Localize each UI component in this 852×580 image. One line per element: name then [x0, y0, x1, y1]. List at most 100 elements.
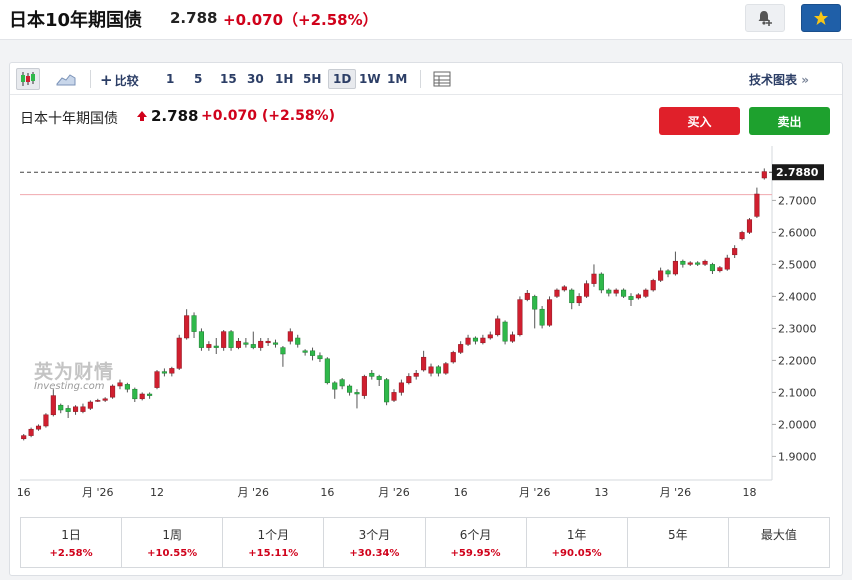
performance-label: 1周 — [162, 528, 182, 542]
y-tick-label: 2.1000 — [778, 386, 817, 399]
candle-body — [524, 292, 530, 300]
candle-body — [347, 385, 353, 393]
y-tick-label: 2.7000 — [778, 194, 817, 207]
candlestick-chart[interactable]: 1.9000 2.0000 2.1000 2.2000 2.3000 2.4000 2.50… — [10, 146, 842, 501]
candle-body — [391, 392, 397, 401]
performance-period-6[interactable]: 5年 — [628, 518, 729, 567]
candle-body — [458, 344, 464, 353]
candle-body — [487, 334, 493, 339]
x-tick-label: 月 '26 — [660, 486, 692, 499]
candle-body — [532, 296, 538, 310]
candlestick-button[interactable] — [16, 68, 40, 90]
candle-body — [206, 344, 212, 348]
y-tick-label: 2.4000 — [778, 290, 817, 303]
period-15[interactable]: 15 — [216, 69, 241, 89]
period-1[interactable]: 1 — [162, 69, 178, 89]
x-tick-label: 12 — [150, 486, 164, 499]
instrument-change: +0.070 (+2.58%) — [201, 108, 335, 124]
watchlist-button[interactable] — [801, 4, 841, 32]
candle-body — [87, 401, 93, 409]
performance-period-7[interactable]: 最大值 — [729, 518, 829, 567]
period-1m[interactable]: 1M — [383, 69, 411, 89]
candle-body — [139, 393, 145, 400]
candle-body — [761, 171, 767, 179]
candle-body — [317, 355, 323, 360]
performance-period-5[interactable]: 1年 +90.05% — [527, 518, 628, 567]
candle-body — [754, 193, 760, 217]
buy-button[interactable]: 买入 — [659, 107, 740, 135]
candle-body — [235, 340, 242, 348]
x-tick-label: 16 — [454, 486, 468, 499]
candle-body — [724, 257, 730, 270]
candle-body — [435, 366, 441, 374]
candle-body — [413, 372, 419, 377]
candle-body — [250, 344, 256, 348]
candle-body — [650, 280, 656, 291]
candle-body — [672, 260, 678, 275]
candle-body — [502, 321, 508, 342]
table-icon — [433, 71, 451, 87]
performance-period-1[interactable]: 1周 +10.55% — [122, 518, 224, 567]
performance-value: +30.34% — [349, 548, 400, 559]
candle-body — [406, 376, 412, 384]
performance-period-3[interactable]: 3个月 +30.34% — [324, 518, 426, 567]
area-chart-button[interactable] — [54, 68, 78, 90]
period-30[interactable]: 30 — [243, 69, 268, 89]
candle-body — [628, 296, 634, 300]
period-1d[interactable]: 1D — [328, 69, 357, 89]
compare-button[interactable]: + 比较 — [100, 71, 139, 89]
table-view-button[interactable] — [430, 68, 454, 90]
candlestick-icon — [21, 72, 35, 86]
candle-body — [428, 366, 434, 374]
chart-card: + 比较 1 5 15 30 1H 5H 1D 1W 1M 技术图表 » 日本十年… — [9, 62, 843, 576]
performance-label: 1年 — [566, 528, 587, 542]
x-tick-label: 月 '26 — [82, 486, 114, 499]
performance-value: +2.58% — [49, 548, 93, 559]
candle-body — [258, 340, 264, 348]
last-price-label: 2.7880 — [776, 166, 819, 179]
performance-period-4[interactable]: 6个月 +59.95% — [426, 518, 527, 567]
candle-body — [591, 273, 597, 284]
candle-body — [272, 342, 279, 345]
add-alert-button[interactable] — [745, 4, 785, 32]
double-chevron-right-icon: » — [801, 73, 809, 87]
candle-body — [398, 382, 404, 393]
performance-period-2[interactable]: 1个月 +15.11% — [223, 518, 325, 567]
candle-body — [739, 232, 745, 240]
y-tick-label: 2.6000 — [778, 226, 817, 239]
instrument-name: 日本十年期国债 — [20, 111, 118, 127]
period-5h[interactable]: 5H — [299, 69, 325, 89]
candle-body — [576, 296, 582, 304]
candle-body — [569, 289, 575, 304]
candle-body — [243, 342, 249, 345]
performance-period-0[interactable]: 1日 +2.58% — [21, 518, 123, 567]
candle-body — [643, 289, 649, 297]
candle-body — [80, 406, 86, 412]
performance-label: 1日 — [61, 528, 81, 542]
investing-watermark: 英为财情 Investing.com — [34, 361, 115, 392]
candle-body — [295, 337, 301, 345]
candle-body — [658, 270, 664, 281]
y-tick-label: 2.5000 — [778, 258, 817, 271]
candle-body — [65, 408, 71, 412]
technical-chart-link[interactable]: 技术图表 » — [749, 71, 809, 88]
candle-body — [443, 363, 449, 374]
candle-body — [695, 262, 701, 265]
candle-body — [421, 356, 427, 371]
candle-body — [687, 262, 693, 265]
chart-toolbar: + 比较 1 5 15 30 1H 5H 1D 1W 1M 技术图表 » — [10, 63, 842, 95]
candle-body — [176, 337, 182, 369]
period-5[interactable]: 5 — [190, 69, 206, 89]
period-1h[interactable]: 1H — [271, 69, 297, 89]
sell-button[interactable]: 卖出 — [749, 107, 830, 135]
candle-body — [72, 406, 79, 412]
candle-body — [561, 286, 567, 291]
candle-body — [746, 219, 753, 233]
instrument-price: 2.788 — [151, 107, 199, 125]
candle-body — [621, 289, 627, 297]
candle-body — [613, 289, 619, 294]
candle-body — [132, 388, 138, 400]
period-1w[interactable]: 1W — [355, 69, 385, 89]
y-tick-label: 2.2000 — [778, 354, 817, 367]
candle-body — [539, 308, 545, 326]
